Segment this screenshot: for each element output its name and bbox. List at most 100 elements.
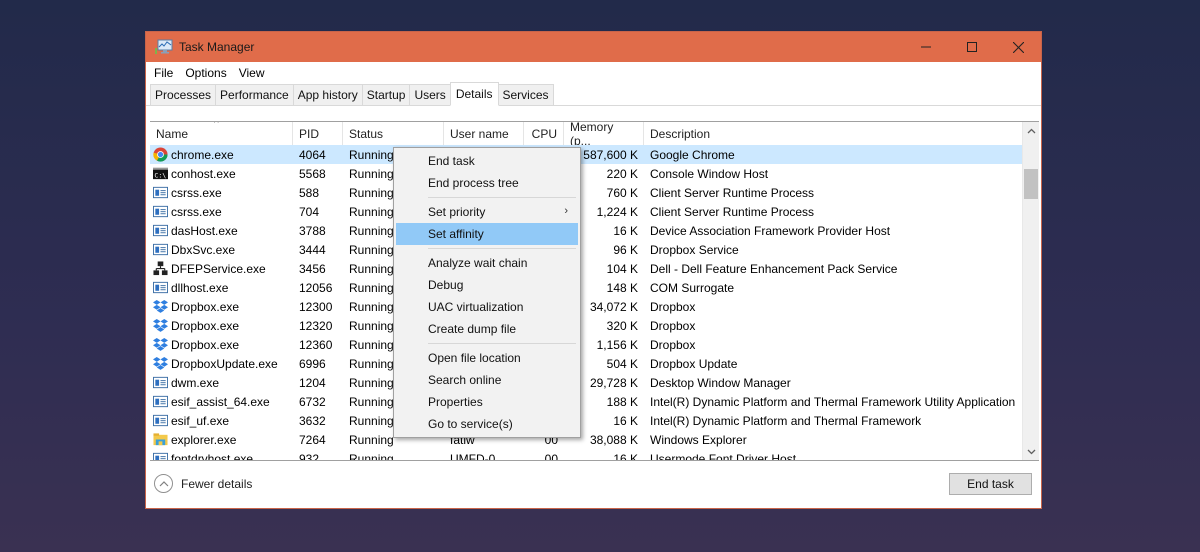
dropbox-icon [153, 299, 168, 314]
description-cell: Intel(R) Dynamic Platform and Thermal Fr… [650, 394, 1016, 409]
minimize-button[interactable] [903, 32, 949, 62]
description-cell: Google Chrome [650, 147, 735, 162]
column-header-status[interactable]: Status [343, 122, 444, 145]
process-name: dwm.exe [171, 375, 220, 390]
menu-item-label: Search online [428, 373, 502, 387]
tab-performance[interactable]: Performance [215, 84, 294, 105]
menu-item-set-priority[interactable]: Set priority › [396, 201, 578, 223]
pid-cell: 12360 [299, 337, 333, 352]
footer-bar: Fewer details End task [146, 464, 1041, 508]
menu-options[interactable]: Options [179, 66, 232, 80]
scroll-up-button[interactable] [1023, 122, 1039, 139]
table-row[interactable]: C:\ conhost.exe 5568 Running 220 K Console Wi… [150, 164, 1039, 183]
table-row[interactable]: DFEPService.exe 3456 Running 104 K Dell - De… [150, 259, 1039, 278]
menu-item-open-file-location[interactable]: Open file location [396, 347, 578, 369]
pid-cell: 588 [299, 185, 320, 200]
close-button[interactable] [995, 32, 1041, 62]
menu-item-uac-virtualization[interactable]: UAC virtualization [396, 296, 578, 318]
column-header-memory[interactable]: Memory (p... [564, 122, 644, 148]
tab-startup[interactable]: Startup [361, 84, 411, 105]
submenu-arrow-icon: › [564, 205, 568, 217]
table-row[interactable]: esif_assist_64.exe 6732 Running 188 K Intel(… [150, 392, 1039, 411]
user-name-cell: UMFD-0 [450, 451, 496, 461]
title-bar[interactable]: Task Manager [146, 32, 1041, 62]
chevron-down-icon [1027, 449, 1036, 454]
table-row[interactable]: fontdrvhost.exe 932 Running UMFD-0 00 16 K Use… [150, 449, 1039, 461]
pid-cell: 12056 [299, 280, 333, 295]
dropbox-icon [153, 337, 168, 352]
tab-processes[interactable]: Processes [150, 84, 217, 105]
menu-item-debug[interactable]: Debug [396, 274, 578, 296]
column-header-description[interactable]: Description [644, 122, 1022, 145]
menu-item-go-to-service-s[interactable]: Go to service(s) [396, 413, 578, 435]
vertical-scrollbar[interactable] [1022, 122, 1039, 460]
details-table: ^ Name PID Status User name CPU Memory (… [150, 121, 1039, 461]
scroll-down-button[interactable] [1023, 443, 1039, 460]
table-row[interactable]: dasHost.exe 3788 Running 16 K Device Associa… [150, 221, 1039, 240]
column-header-cpu[interactable]: CPU [524, 122, 564, 145]
description-cell: COM Surrogate [650, 280, 735, 295]
table-row[interactable]: DropboxUpdate.exe 6996 Running 504 K Dropbox… [150, 354, 1039, 373]
tab-app-history[interactable]: App history [292, 84, 363, 105]
menu-item-label: Analyze wait chain [428, 256, 528, 270]
menu-item-analyze-wait-chain[interactable]: Analyze wait chain [396, 252, 578, 274]
column-header-user-name[interactable]: User name [444, 122, 524, 145]
process-name-cell: C:\ conhost.exe [150, 164, 293, 183]
tab-details[interactable]: Details [449, 82, 499, 106]
maximize-icon [967, 42, 977, 52]
menu-item-label: Open file location [428, 351, 521, 365]
menu-separator [428, 197, 576, 198]
menu-item-end-task[interactable]: End task [396, 150, 578, 172]
menu-item-end-process-tree[interactable]: End process tree [396, 172, 578, 194]
menu-view[interactable]: View [233, 66, 271, 80]
menu-item-properties[interactable]: Properties [396, 391, 578, 413]
description-cell: Desktop Window Manager [650, 375, 791, 390]
pid-cell: 5568 [299, 166, 326, 181]
tab-services[interactable]: Services [497, 84, 554, 105]
tab-users[interactable]: Users [409, 84, 451, 105]
pid-cell: 3444 [299, 242, 326, 257]
window-app-icon [153, 413, 168, 428]
process-name: explorer.exe [171, 432, 237, 447]
network-icon [153, 261, 168, 276]
table-row[interactable]: dwm.exe 1204 Running 29,728 K Desktop Window… [150, 373, 1039, 392]
window-app-icon [153, 375, 168, 390]
table-row[interactable]: chrome.exe 4064 Running 587,600 K Google Chr… [150, 145, 1039, 164]
table-row[interactable]: csrss.exe 704 Running 1,224 K Client Server … [150, 202, 1039, 221]
table-row[interactable]: csrss.exe 588 Running 760 K Client Server Ru… [150, 183, 1039, 202]
dropbox-icon [153, 318, 168, 333]
table-row[interactable]: DbxSvc.exe 3444 Running 96 K Dropbox Service [150, 240, 1039, 259]
column-header-name[interactable]: ^ Name [150, 122, 293, 145]
menu-item-set-affinity[interactable]: Set affinity [396, 223, 578, 245]
pid-cell: 7264 [299, 432, 326, 447]
menu-item-label: Go to service(s) [428, 417, 513, 431]
description-cell: Intel(R) Dynamic Platform and Thermal Fr… [650, 413, 922, 428]
menu-item-create-dump-file[interactable]: Create dump file [396, 318, 578, 340]
menu-item-search-online[interactable]: Search online [396, 369, 578, 391]
fewer-details-label: Fewer details [181, 476, 253, 491]
process-name-cell: DropboxUpdate.exe [150, 354, 293, 373]
scroll-thumb[interactable] [1024, 169, 1038, 199]
window-app-icon [153, 451, 168, 460]
description-cell: Dropbox Update [650, 356, 738, 371]
table-row[interactable]: Dropbox.exe 12300 Running 34,072 K Dropbox [150, 297, 1039, 316]
menu-file[interactable]: File [148, 66, 179, 80]
process-name: esif_uf.exe [171, 413, 230, 428]
table-row[interactable]: explorer.exe 7264 Running fatiw 00 38,088 K Wi… [150, 430, 1039, 449]
column-header-pid[interactable]: PID [293, 122, 343, 145]
process-name: Dropbox.exe [171, 318, 240, 333]
process-name: chrome.exe [171, 147, 234, 162]
table-row[interactable]: esif_uf.exe 3632 Running 16 K Intel(R) Dynam… [150, 411, 1039, 430]
explorer-icon [153, 432, 168, 447]
table-row[interactable]: Dropbox.exe 12320 Running 320 K Dropbox [150, 316, 1039, 335]
window-title: Task Manager [179, 40, 255, 54]
process-name-cell: csrss.exe [150, 202, 293, 221]
description-cell: Dropbox [650, 318, 696, 333]
fewer-details-button[interactable]: Fewer details [154, 474, 252, 493]
table-row[interactable]: Dropbox.exe 12360 Running 1,156 K Dropbox [150, 335, 1039, 354]
table-row[interactable]: dllhost.exe 12056 Running 148 K COM Surrogat… [150, 278, 1039, 297]
maximize-button[interactable] [949, 32, 995, 62]
process-name: fontdrvhost.exe [171, 451, 254, 461]
description-cell: Console Window Host [650, 166, 769, 181]
end-task-button[interactable]: End task [949, 473, 1032, 495]
